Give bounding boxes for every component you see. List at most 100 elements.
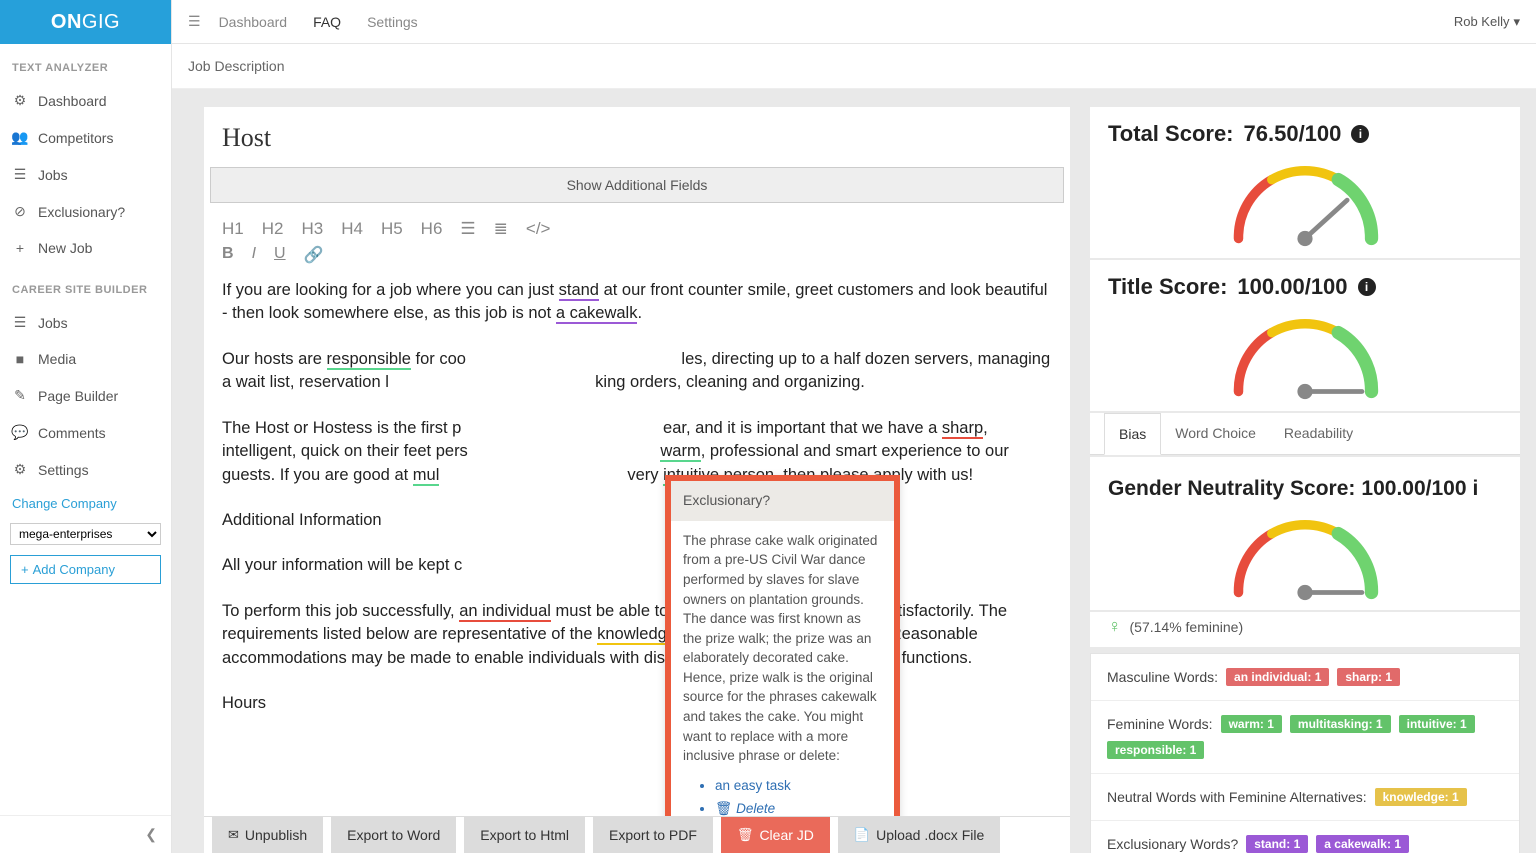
nav-settings[interactable]: Settings <box>367 14 418 30</box>
sidebar-label: Jobs <box>38 167 68 183</box>
editor-document[interactable]: If you are looking for a job where you c… <box>204 275 1070 816</box>
unpublish-button[interactable]: ✉Unpublish <box>212 817 323 853</box>
word-badge[interactable]: multitasking: 1 <box>1290 715 1391 733</box>
feminine-pct: (57.14% feminine) <box>1130 619 1244 635</box>
btn-label: Upload .docx File <box>876 827 984 843</box>
word-badge[interactable]: stand: 1 <box>1246 835 1308 853</box>
total-score-value: 76.50/100 <box>1244 121 1342 147</box>
export-pdf-button[interactable]: Export to PDF <box>593 817 713 853</box>
sidebar-label: Competitors <box>38 130 113 146</box>
sidebar-item-competitors[interactable]: 👥 Competitors <box>0 119 171 156</box>
show-additional-fields[interactable]: Show Additional Fields <box>210 167 1064 203</box>
h6-button[interactable]: H6 <box>421 219 443 239</box>
word-badge[interactable]: responsible: 1 <box>1107 741 1204 759</box>
competitors-icon: 👥 <box>12 129 28 146</box>
title-gauge <box>1108 300 1502 403</box>
company-select[interactable]: mega-enterprises <box>10 523 161 545</box>
feminine-line: ♀ (57.14% feminine) <box>1090 612 1520 647</box>
btn-label: Clear JD <box>759 827 813 843</box>
tab-readability[interactable]: Readability <box>1270 413 1367 454</box>
h2-button[interactable]: H2 <box>262 219 284 239</box>
word-row-label: Neutral Words with Feminine Alternatives… <box>1107 789 1367 805</box>
file-icon: 📄 <box>854 827 870 843</box>
code-button[interactable]: </> <box>526 219 551 239</box>
plus-icon: + <box>21 562 29 577</box>
chevron-left-icon: ❮ <box>145 826 157 842</box>
h1-button[interactable]: H1 <box>222 219 244 239</box>
sidebar-label: Settings <box>38 462 89 478</box>
topbar: ☰ Dashboard FAQ Settings Rob Kelly▾ <box>172 0 1536 44</box>
user-menu[interactable]: Rob Kelly▾ <box>1454 14 1520 30</box>
word-badge[interactable]: a cakewalk: 1 <box>1316 835 1409 853</box>
topnav: Dashboard FAQ Settings <box>219 14 418 30</box>
word-badge[interactable]: intuitive: 1 <box>1399 715 1475 733</box>
popover-body: The phrase cake walk originated from a p… <box>671 521 894 816</box>
italic-button[interactable]: I <box>252 245 256 265</box>
ol-button[interactable]: ≣ <box>494 219 508 239</box>
sidebar-item-exclusionary[interactable]: ⊘Exclusionary? <box>0 193 171 230</box>
h4-button[interactable]: H4 <box>341 219 363 239</box>
suggestion-link[interactable]: an easy task <box>715 778 791 793</box>
total-gauge <box>1108 147 1502 250</box>
tab-bias[interactable]: Bias <box>1104 413 1161 455</box>
nav-faq[interactable]: FAQ <box>313 14 341 30</box>
comments-icon: 💬 <box>12 424 28 441</box>
sidebar-label: Media <box>38 351 76 367</box>
h5-button[interactable]: H5 <box>381 219 403 239</box>
change-company-link[interactable]: Change Company <box>0 488 171 519</box>
info-icon[interactable]: i <box>1473 477 1479 501</box>
h3-button[interactable]: H3 <box>301 219 323 239</box>
sidebar-item-jobs[interactable]: ☰Jobs <box>0 156 171 193</box>
export-html-button[interactable]: Export to Html <box>464 817 585 853</box>
pagebuilder-icon: ✎ <box>12 387 28 404</box>
sidebar-label: Page Builder <box>38 388 118 404</box>
underline-button[interactable]: U <box>274 245 286 265</box>
add-company-button[interactable]: +Add Company <box>10 555 161 584</box>
word-badge[interactable]: knowledge: 1 <box>1375 788 1467 806</box>
sidebar-item-media[interactable]: ■Media <box>0 341 171 377</box>
sidebar-collapse[interactable]: ❮ <box>0 815 171 853</box>
editor-toolbar-2: B I U 🔗 <box>204 245 1070 275</box>
word-row: Neutral Words with Feminine Alternatives… <box>1091 774 1519 821</box>
gender-score-block: Gender Neutrality Score: 100.00/100i <box>1090 457 1520 610</box>
sidebar: ONGIG TEXT ANALYZER ⚙Dashboard 👥 Competit… <box>0 0 172 853</box>
title-score-block: Title Score: 100.00/100 i <box>1090 260 1520 411</box>
main: ☰ Dashboard FAQ Settings Rob Kelly▾ Job … <box>172 0 1536 853</box>
sidebar-label: Dashboard <box>38 93 107 109</box>
word-row: Masculine Words:an individual: 1sharp: 1 <box>1091 654 1519 701</box>
delete-link[interactable]: Delete <box>736 801 775 816</box>
exclusionary-icon: ⊘ <box>12 203 28 220</box>
word-badge[interactable]: an individual: 1 <box>1226 668 1329 686</box>
total-score-block: Total Score: 76.50/100 i <box>1090 107 1520 258</box>
info-icon[interactable]: i <box>1351 125 1369 143</box>
info-icon[interactable]: i <box>1358 278 1376 296</box>
jobs2-icon: ☰ <box>12 314 28 331</box>
female-icon: ♀ <box>1108 616 1122 637</box>
sidebar-item-settings[interactable]: ⚙Settings <box>0 451 171 488</box>
logo: ONGIG <box>0 0 171 44</box>
tab-word-choice[interactable]: Word Choice <box>1161 413 1270 454</box>
exclusionary-popover: Exclusionary? The phrase cake walk origi… <box>665 475 900 816</box>
sidebar-item-new-job[interactable]: +New Job <box>0 230 171 266</box>
export-word-button[interactable]: Export to Word <box>331 817 456 853</box>
bold-button[interactable]: B <box>222 245 234 265</box>
sidebar-item-jobs2[interactable]: ☰ Jobs <box>0 304 171 341</box>
sidebar-item-page-builder[interactable]: ✎ Page Builder <box>0 377 171 414</box>
word-badge[interactable]: sharp: 1 <box>1337 668 1400 686</box>
content: Host Show Additional Fields H1 H2 H3 H4 … <box>172 89 1536 853</box>
word-badge[interactable]: warm: 1 <box>1221 715 1282 733</box>
section-title-text-analyzer: TEXT ANALYZER <box>0 44 171 82</box>
sidebar-label: Jobs <box>38 315 68 331</box>
sidebar-item-dashboard[interactable]: ⚙Dashboard <box>0 82 171 119</box>
sidebar-item-comments[interactable]: 💬Comments <box>0 414 171 451</box>
nav-dashboard[interactable]: Dashboard <box>219 14 288 30</box>
new-job-icon: + <box>12 240 28 256</box>
upload-docx-button[interactable]: 📄 Upload .docx File <box>838 817 1000 853</box>
gender-label: Gender Neutrality Score: <box>1108 477 1355 501</box>
hamburger-icon[interactable]: ☰ <box>188 13 201 30</box>
popover-text: The phrase cake walk originated from a p… <box>683 531 882 766</box>
clear-jd-button[interactable]: 🗑Clear JD <box>721 817 830 853</box>
editor-toolbar: H1 H2 H3 H4 H5 H6 ☰ ≣ </> <box>204 211 1070 245</box>
link-button[interactable]: 🔗 <box>304 245 324 265</box>
ul-button[interactable]: ☰ <box>460 219 475 239</box>
